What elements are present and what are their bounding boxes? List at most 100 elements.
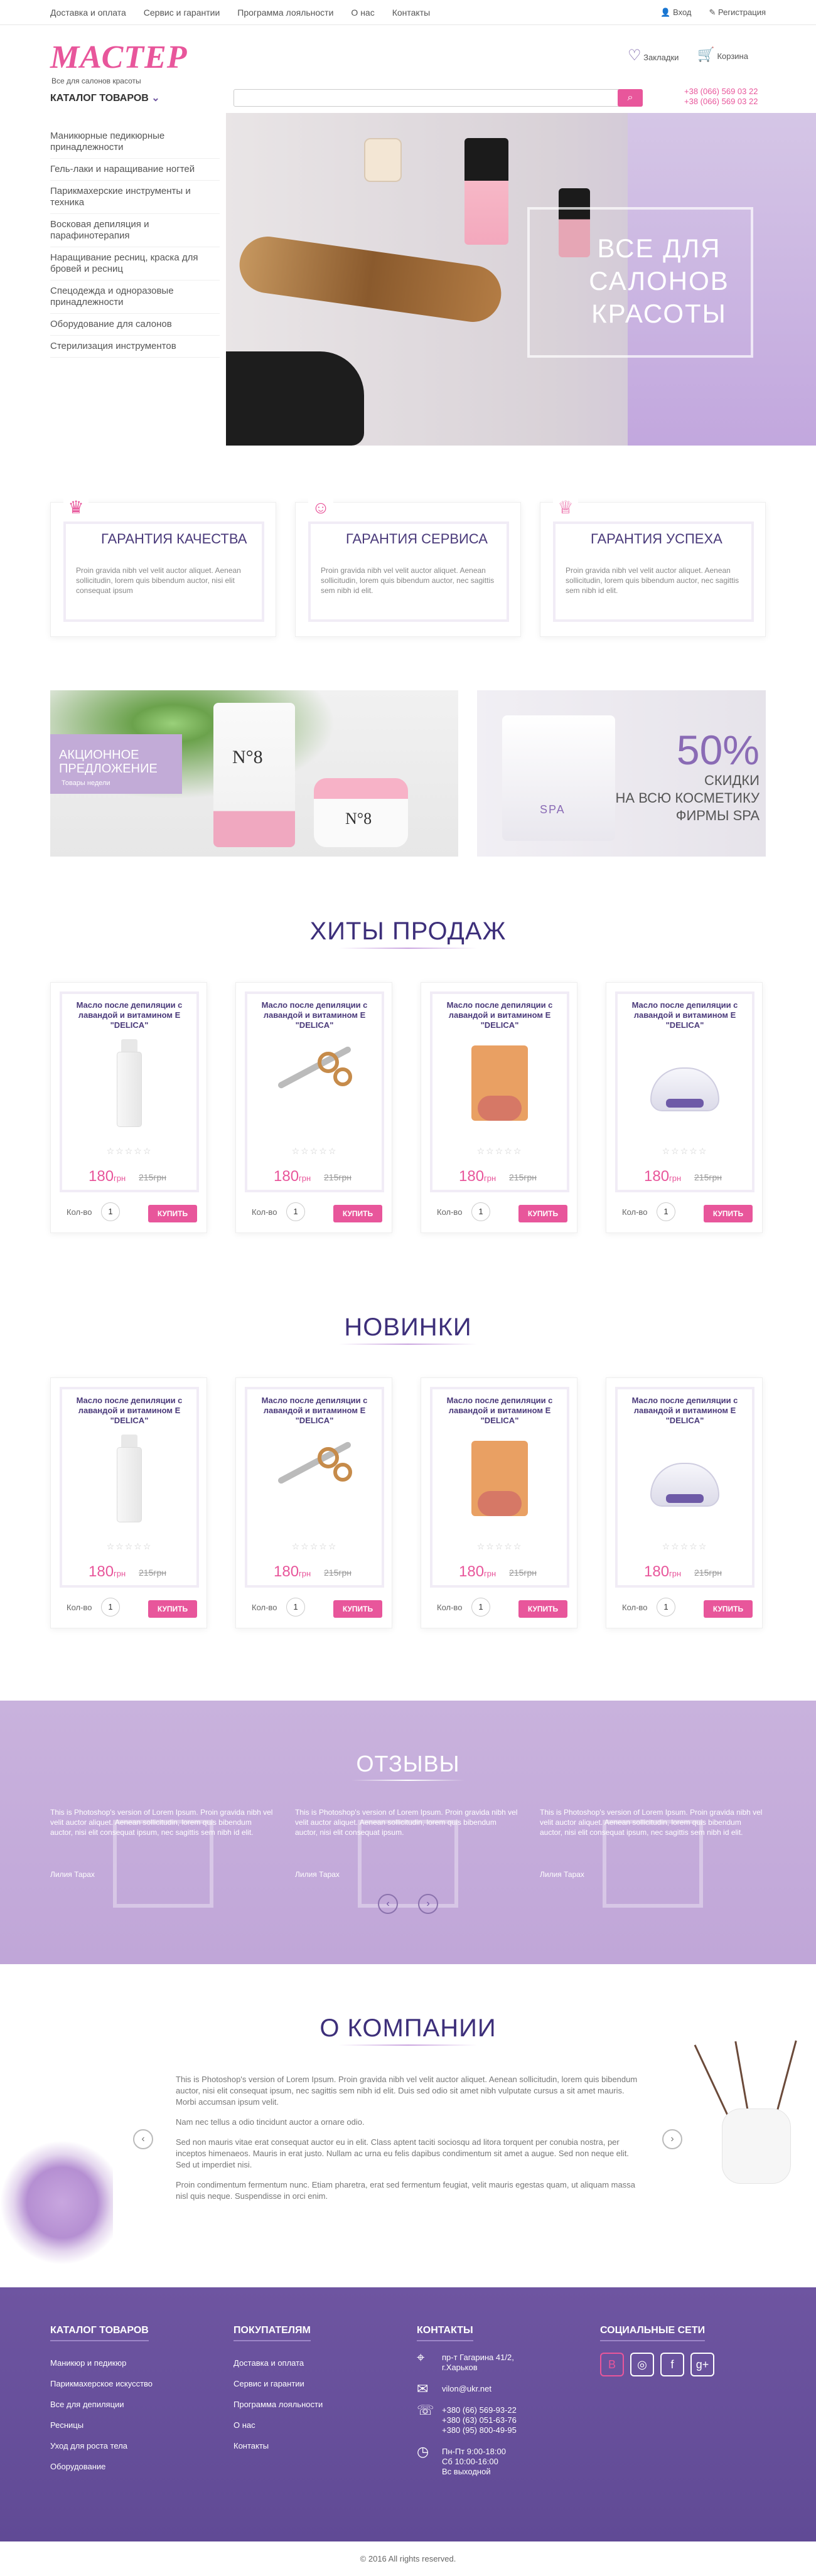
product-card[interactable]: Масло после депиляции с лавандой и витам… [606,982,763,1233]
catalog-item[interactable]: Парикмахерские инструменты и техника [50,181,220,214]
footer-link[interactable]: Парикмахерское искусство [50,2373,153,2394]
rating-stars[interactable]: ☆☆☆☆☆ [283,1146,346,1157]
buy-button[interactable]: КУПИТЬ [518,1205,567,1222]
product-card[interactable]: Масло после депиляции с лавандой и витам… [606,1377,763,1628]
about-next-button[interactable]: › [662,2129,682,2149]
footer-link[interactable]: Сервис и гарантии [234,2373,323,2394]
product-name[interactable]: Масло после депиляции с лавандой и витам… [434,1000,566,1030]
catalog-item[interactable]: Гель-лаки и наращивание ногтей [50,159,220,181]
nav-service-link[interactable]: Сервис и гарантии [144,8,220,18]
catalog-item[interactable]: Восковая депиляция и парафинотерапия [50,214,220,247]
product-name[interactable]: Масло после депиляции с лавандой и витам… [434,1396,566,1426]
buy-button[interactable]: КУПИТЬ [518,1600,567,1618]
catalog-item[interactable]: Стерилизация инструментов [50,336,220,358]
instagram-icon[interactable]: ◎ [630,2353,654,2376]
product-name[interactable]: Масло после депиляции с лавандой и витам… [619,1396,751,1426]
footer-link[interactable]: Доставка и оплата [234,2353,323,2373]
spray-bottle-icon[interactable] [89,1039,170,1127]
buy-button[interactable]: КУПИТЬ [704,1600,753,1618]
footer-link[interactable]: Маникюр и педикюр [50,2353,153,2373]
rating-stars[interactable]: ☆☆☆☆☆ [653,1146,716,1157]
search-button[interactable]: ⌕ [618,89,643,107]
wax-box-icon[interactable] [459,1039,540,1127]
product-card[interactable]: Масло после депиляции с лавандой и витам… [235,1377,392,1628]
footer-link[interactable]: Уход для роста тела [50,2435,153,2456]
rating-stars[interactable]: ☆☆☆☆☆ [468,1541,531,1552]
register-link[interactable]: ✎ Регистрация [709,8,766,18]
product-name[interactable]: Масло после депиляции с лавандой и витам… [63,1396,195,1426]
favorites-button[interactable]: ♡ Закладки [628,46,679,65]
email[interactable]: ✉ vilon@ukr.net [417,2382,517,2396]
wax-heater-icon[interactable] [644,1039,726,1127]
catalog-item[interactable]: Спецодежда и одноразовые принадлежности [50,281,220,314]
nav-contacts-link[interactable]: Контакты [392,8,430,18]
promo-label: АКЦИОННОЕ ПРЕДЛОЖЕНИЕ Товары недели [50,734,182,794]
quantity-input[interactable]: 1 [286,1202,305,1221]
quantity-input[interactable]: 1 [286,1598,305,1617]
footer-link[interactable]: Оборудование [50,2456,153,2477]
nav-delivery-link[interactable]: Доставка и оплата [50,8,126,18]
reviews-next-button[interactable]: › [418,1894,438,1914]
quantity-input[interactable]: 1 [657,1598,675,1617]
product-name[interactable]: Масло после депиляции с лавандой и витам… [249,1396,380,1426]
login-link[interactable]: 👤 Вход [660,8,691,18]
catalog-item[interactable]: Наращивание ресниц, краска для бровей и … [50,247,220,281]
rating-stars[interactable]: ☆☆☆☆☆ [98,1146,161,1157]
rating-stars[interactable]: ☆☆☆☆☆ [283,1541,346,1552]
product-card[interactable]: Масло после депиляции с лавандой и витам… [235,982,392,1233]
buy-button[interactable]: КУПИТЬ [704,1205,753,1222]
footer-link[interactable]: Ресницы [50,2415,153,2435]
wax-heater-icon[interactable] [644,1435,726,1522]
product-card[interactable]: Масло после депиляции с лавандой и витам… [421,982,577,1233]
copyright: © 2016 All rights reserved. [360,2554,456,2563]
footer-link[interactable]: Контакты [234,2435,323,2456]
rating-stars[interactable]: ☆☆☆☆☆ [653,1541,716,1552]
product-card[interactable]: Масло после депиляции с лавандой и витам… [50,1377,207,1628]
old-price: 215грн [509,1568,537,1578]
quantity-input[interactable]: 1 [657,1202,675,1221]
facebook-icon[interactable]: f [660,2353,684,2376]
buy-button[interactable]: КУПИТЬ [333,1205,382,1222]
scissors-icon[interactable] [274,1039,355,1127]
cosmetic-jar-image [364,138,402,182]
nav-about-link[interactable]: О нас [351,8,374,18]
quantity-input[interactable]: 1 [101,1598,120,1617]
quantity-label: Кол-во [252,1207,277,1217]
logo[interactable]: МАСТЕР [50,39,188,76]
google-plus-icon[interactable]: g+ [690,2353,714,2376]
product-card[interactable]: Масло после депиляции с лавандой и витам… [421,1377,577,1628]
buy-button[interactable]: КУПИТЬ [148,1205,197,1222]
about-prev-button[interactable]: ‹ [133,2129,153,2149]
buy-button[interactable]: КУПИТЬ [148,1600,197,1618]
product-name[interactable]: Масло после депиляции с лавандой и витам… [63,1000,195,1030]
search-input[interactable] [234,89,643,107]
reviews-prev-button[interactable]: ‹ [378,1894,398,1914]
footer-link[interactable]: Программа лояльности [234,2394,323,2415]
quantity-input[interactable]: 1 [101,1202,120,1221]
spray-bottle-icon[interactable] [89,1435,170,1522]
chevron-right-icon: › [670,2134,674,2144]
buy-button[interactable]: КУПИТЬ [333,1600,382,1618]
rating-stars[interactable]: ☆☆☆☆☆ [468,1146,531,1157]
wax-box-icon[interactable] [459,1435,540,1522]
nav-loyalty-link[interactable]: Программа лояльности [237,8,333,18]
rating-stars[interactable]: ☆☆☆☆☆ [98,1541,161,1552]
product-name[interactable]: Масло после депиляции с лавандой и витам… [249,1000,380,1030]
catalog-item[interactable]: Маникюрные педикюрные принадлежности [50,126,220,159]
review-item: This is Photoshop's version of Lorem Ips… [540,1807,762,1920]
quantity-input[interactable]: 1 [471,1598,490,1617]
cart-button[interactable]: 🛒 Корзина [697,46,748,65]
chevron-right-icon: › [426,1898,430,1909]
vk-icon[interactable]: B [600,2353,624,2376]
product-card[interactable]: Масло после депиляции с лавандой и витам… [50,982,207,1233]
promo-banner-spa[interactable]: SPA 50% СКИДКИ НА ВСЮ КОСМЕТИКУ ФИРМЫ SP… [477,690,766,857]
footer-link[interactable]: Все для депиляции [50,2394,153,2415]
promo-banner-weekly[interactable]: N°8 N°8 АКЦИОННОЕ ПРЕДЛОЖЕНИЕ Товары неде… [50,690,458,857]
footer-link[interactable]: О нас [234,2415,323,2435]
guarantee-text: Proin gravida nibh vel velit auctor aliq… [321,566,495,595]
scissors-icon[interactable] [274,1435,355,1522]
quantity-input[interactable]: 1 [471,1202,490,1221]
catalog-button[interactable]: КАТАЛОГ ТОВАРОВ ⌄ [50,92,160,104]
product-name[interactable]: Масло после депиляции с лавандой и витам… [619,1000,751,1030]
catalog-item[interactable]: Оборудование для салонов [50,314,220,336]
